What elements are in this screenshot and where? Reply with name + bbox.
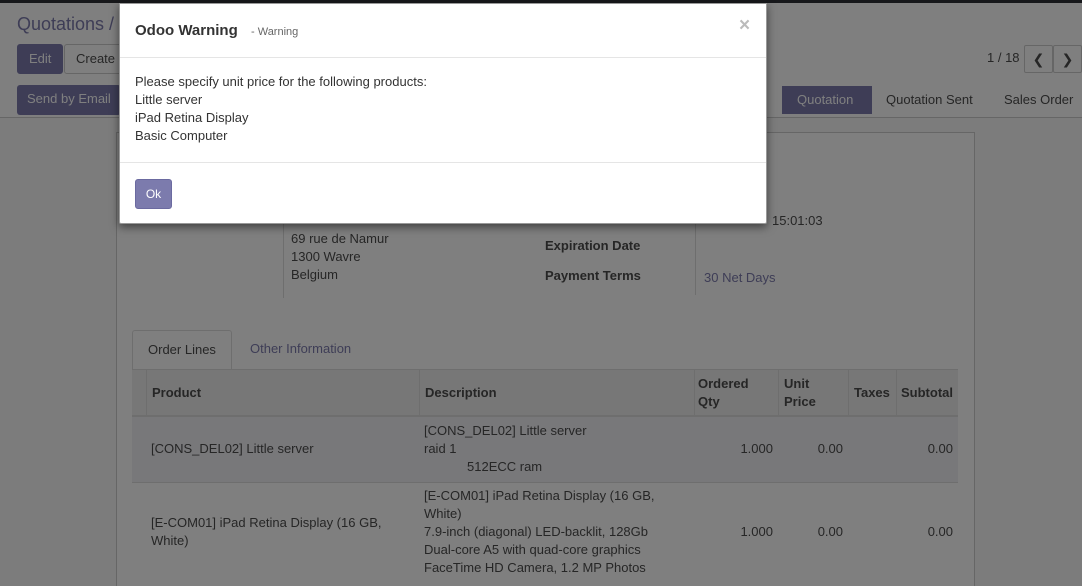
warning-dialog: Odoo Warning - Warning × Please specify … xyxy=(119,3,767,224)
product-name: Basic Computer xyxy=(135,128,228,143)
dialog-footer: Ok xyxy=(120,162,766,224)
dialog-header: Odoo Warning - Warning × xyxy=(120,4,766,58)
warning-message: Please specify unit price for the follow… xyxy=(135,74,427,89)
dialog-body: Please specify unit price for the follow… xyxy=(135,73,427,145)
close-icon[interactable]: × xyxy=(739,16,750,36)
product-name: Little server xyxy=(135,92,203,107)
ok-button[interactable]: Ok xyxy=(135,179,172,209)
dialog-title: Odoo Warning xyxy=(135,22,238,39)
product-name: iPad Retina Display xyxy=(135,110,249,125)
dialog-subtitle: - Warning xyxy=(251,26,299,38)
